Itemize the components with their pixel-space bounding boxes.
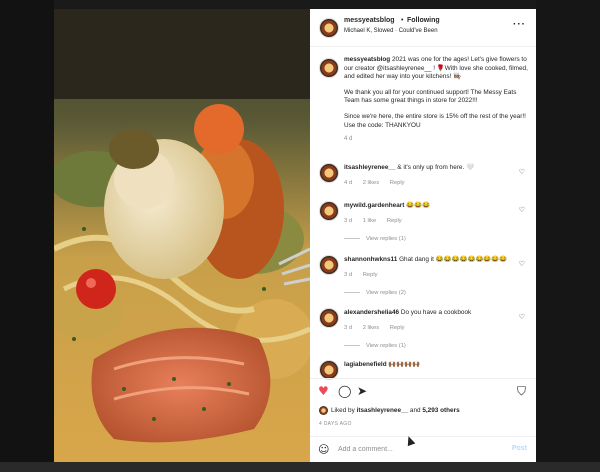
paper-plane-icon[interactable]: ➤ <box>357 385 367 397</box>
post-header: messyeatsblog • Following Michael K, Slo… <box>310 9 536 47</box>
comment-text: Do you have a cookbook <box>400 309 472 316</box>
comment-like-heart-icon[interactable]: ♡ <box>519 206 525 214</box>
post-details-panel: messyeatsblog • Following Michael K, Slo… <box>310 9 536 462</box>
more-options-icon[interactable]: ··· <box>513 20 526 30</box>
bookmark-icon[interactable]: ⛉ <box>517 385 526 397</box>
commenter-username[interactable]: itsashleyrenee__ <box>344 164 396 171</box>
post-timestamp[interactable]: 4 DAYS AGO <box>319 421 352 427</box>
post-comment-button[interactable]: Post <box>512 445 527 452</box>
comment-likes[interactable]: 2 likes <box>363 325 379 331</box>
author-username[interactable]: messyeatsblog <box>344 17 395 24</box>
comment-text: 😂😂😂 <box>406 202 431 209</box>
comment-time[interactable]: 4 d <box>344 180 352 186</box>
commenter-avatar[interactable] <box>319 201 339 221</box>
post-media-video[interactable]: 🔇 <box>54 9 310 462</box>
emoji-smile-icon[interactable]: ☺ <box>318 443 331 456</box>
comment-text: Ghat dang it 😂😂😂😂😂😂😂😂😂 <box>399 256 508 263</box>
comment-likes[interactable]: 2 likes <box>363 180 379 186</box>
reply-button[interactable]: Reply <box>390 180 405 186</box>
commenter-username[interactable]: alexandershelia46 <box>344 309 399 316</box>
caption-username[interactable]: messyeatsblog <box>344 56 390 63</box>
reply-button[interactable]: Reply <box>387 218 402 224</box>
liker-username[interactable]: itsashleyrenee__ <box>357 407 409 414</box>
commenter-avatar[interactable] <box>319 255 339 275</box>
commenter-avatar[interactable] <box>319 360 339 380</box>
likes-and: and <box>409 407 421 414</box>
view-replies-button[interactable]: View replies (1) <box>344 343 406 349</box>
comment-likes[interactable]: 1 like <box>363 218 377 224</box>
caption-time[interactable]: 4 d <box>344 135 530 144</box>
audio-attribution[interactable]: Michael K, Slowed · Could've Been <box>344 28 438 34</box>
comment-text: 🙌🏾🙌🏾🙌🏾🙌🏾 <box>388 361 421 368</box>
author-avatar[interactable] <box>319 18 339 38</box>
commenter-username[interactable]: lagiabenefield <box>344 361 387 368</box>
reply-button[interactable]: Reply <box>363 272 378 278</box>
view-replies-button[interactable]: View replies (2) <box>344 290 406 296</box>
background-bottom <box>0 462 600 472</box>
comment-like-heart-icon[interactable]: ♡ <box>519 313 525 321</box>
comment-time[interactable]: 3 d <box>344 325 352 331</box>
caption-text-2: We thank you all for your continued supp… <box>344 88 517 105</box>
comment-like-heart-icon[interactable]: ♡ <box>519 168 525 176</box>
caption-avatar[interactable] <box>319 58 339 78</box>
comment-time[interactable]: 3 d <box>344 272 352 278</box>
likes-prefix: Liked by <box>331 407 355 414</box>
food-video-frame <box>54 9 310 462</box>
comment-text: & it's only up from here. 🤍 <box>397 164 474 171</box>
commenter-username[interactable]: shannonhwkns11 <box>344 256 397 263</box>
comment-like-heart-icon[interactable]: ♡ <box>519 260 525 268</box>
separator-dot: • <box>401 17 404 24</box>
heart-filled-icon[interactable]: ♥ <box>318 385 329 397</box>
commenter-avatar[interactable] <box>319 163 339 183</box>
background-right <box>536 0 600 472</box>
comment-bubble-icon[interactable]: ◯ <box>338 385 351 397</box>
likes-count[interactable]: 5,293 others <box>422 407 459 414</box>
commenter-avatar[interactable] <box>319 308 339 328</box>
following-button[interactable]: Following <box>407 17 440 24</box>
likes-summary: Liked by itsashleyrenee__ and 5,293 othe… <box>319 406 529 418</box>
liker-avatar[interactable] <box>319 406 328 415</box>
comment-input[interactable] <box>338 442 498 457</box>
reply-button[interactable]: Reply <box>390 325 405 331</box>
view-replies-button[interactable]: View replies (1) <box>344 236 406 242</box>
comment-time[interactable]: 3 d <box>344 218 352 224</box>
add-comment-bar: ☺ Post <box>310 436 536 462</box>
background-left <box>0 0 54 472</box>
caption-text-3: Since we're here, the entire store is 15… <box>344 112 526 129</box>
commenter-username[interactable]: mywild.gardenheart <box>344 202 404 209</box>
post-actions-bar: ♥ ◯ ➤ ⛉ <box>310 378 536 403</box>
